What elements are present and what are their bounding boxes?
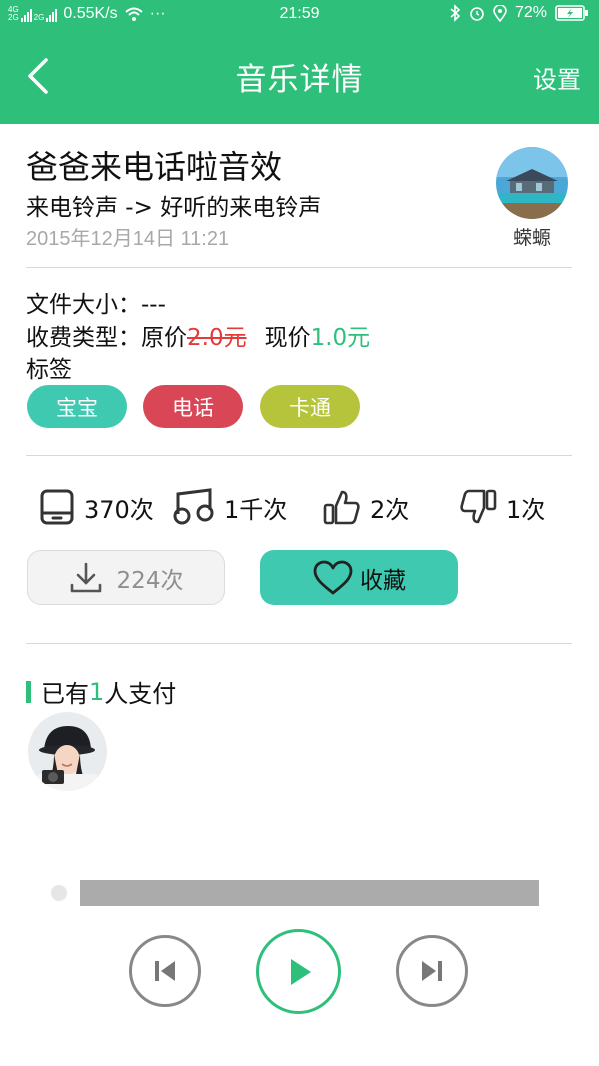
progress-knob[interactable]	[52, 886, 66, 900]
current-price: 1.0元	[310, 325, 371, 351]
phone-icon	[40, 489, 74, 525]
progress-bar[interactable]	[80, 880, 539, 906]
thumbs-up-icon	[323, 490, 360, 525]
stat-dislikes[interactable]: 1次	[458, 485, 545, 529]
bluetooth-icon	[450, 4, 461, 22]
stat-likes[interactable]: 2次	[322, 485, 409, 529]
author-avatar-image	[496, 147, 568, 219]
fee-type-row: 收费类型：原价2.0元 现价1.0元	[26, 318, 370, 352]
status-bar: 4G 2G 2G 0.55K/s ··· 21:59 72%	[0, 0, 599, 30]
fee-type-label: 收费类型：	[26, 325, 141, 351]
location-icon	[493, 4, 507, 22]
heart-icon	[313, 560, 353, 594]
file-size-label: 文件大小：	[26, 292, 141, 318]
favorite-label: 收藏	[360, 567, 406, 594]
thumbs-down-icon	[460, 489, 497, 524]
stat-plays: 370次	[38, 485, 154, 529]
page-title: 音乐详情	[235, 62, 364, 98]
previous-icon	[155, 961, 175, 981]
alarm-icon	[470, 7, 484, 21]
status-right: 72%	[449, 4, 589, 22]
dislikes-count: 1次	[506, 495, 546, 524]
download-icon	[70, 562, 101, 592]
song-category[interactable]: 来电铃声 -> 好听的来电铃声	[26, 188, 321, 222]
settings-button[interactable]: 设置	[533, 60, 581, 95]
payer-avatar-image	[28, 712, 107, 791]
payers-suffix: 人支付	[104, 680, 177, 708]
download-button[interactable]: 224次	[27, 550, 225, 605]
tags-label: 标签	[26, 357, 72, 383]
file-size-row: 文件大小：---	[26, 285, 166, 319]
payers-count: 1	[89, 677, 105, 706]
tag-phone[interactable]: 电话	[143, 385, 243, 428]
divider	[26, 643, 572, 644]
next-button[interactable]	[396, 935, 468, 1007]
stat-listens: 1千次	[172, 485, 287, 529]
next-icon	[422, 961, 442, 981]
payer-avatar[interactable]	[28, 712, 107, 791]
likes-count: 2次	[370, 495, 410, 524]
current-price-label: 现价	[264, 325, 311, 351]
play-icon	[290, 958, 311, 985]
section-marker	[26, 680, 31, 703]
original-price-label: 原价	[141, 325, 187, 351]
tag-cartoon[interactable]: 卡通	[260, 385, 360, 428]
favorite-button[interactable]: 收藏	[260, 550, 458, 605]
song-date: 2015年12月14日 11:21	[26, 228, 230, 250]
app-bar: 音乐详情 设置	[0, 30, 599, 124]
tag-baby[interactable]: 宝宝	[27, 385, 127, 428]
headphones-icon	[173, 488, 214, 525]
divider	[26, 267, 572, 268]
payers-header: 已有 1 人支付	[26, 674, 176, 709]
author-name: 蝾螈	[512, 227, 551, 249]
payers-prefix: 已有	[41, 680, 89, 708]
previous-button[interactable]	[129, 935, 201, 1007]
divider	[26, 455, 572, 456]
song-title: 爸爸来电话啦音效	[26, 148, 283, 186]
author-avatar[interactable]	[496, 147, 568, 219]
listens-count: 1千次	[224, 495, 288, 524]
play-button[interactable]	[256, 929, 341, 1014]
file-size-value: ---	[141, 292, 166, 318]
plays-count: 370次	[84, 495, 154, 524]
download-count: 224次	[116, 567, 184, 594]
original-price: 2.0元	[187, 325, 247, 351]
battery-percent: 72%	[514, 4, 547, 21]
battery-icon	[555, 5, 588, 21]
